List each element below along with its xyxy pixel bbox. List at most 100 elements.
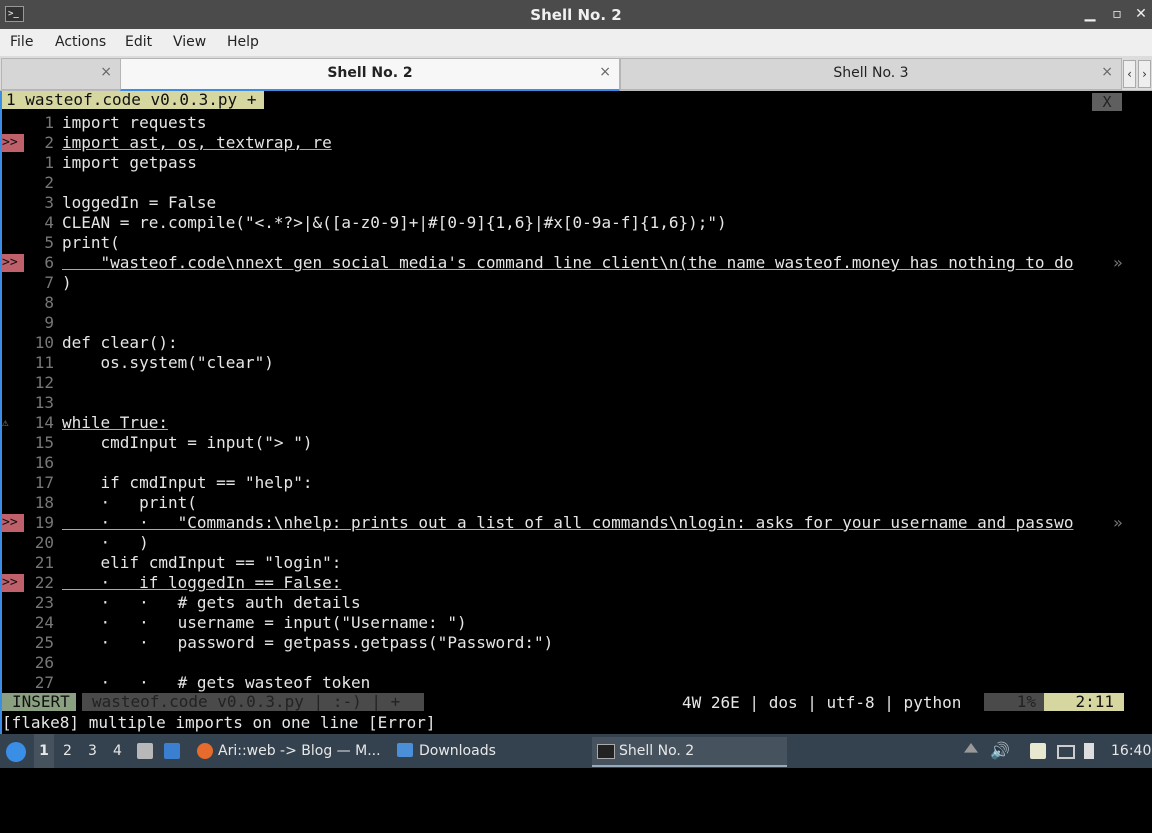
vim-percent: 1% (984, 693, 1044, 711)
code-line[interactable]: 8 (2, 293, 1127, 313)
menu-file[interactable]: File (10, 34, 33, 50)
code-line[interactable]: 1 import requests (2, 113, 1127, 133)
code-line[interactable]: 2 (2, 173, 1127, 193)
workspace-4[interactable]: 4 (113, 734, 122, 768)
code-line[interactable]: 9 (2, 313, 1127, 333)
code-text: print( (62, 233, 120, 252)
code-line[interactable]: 18 · print( (2, 493, 1127, 513)
code-text: while True: (62, 413, 168, 432)
taskbar: 1 2 3 4 Ari::web -> Blog — M... Download… (0, 734, 1152, 768)
line-number: 5 (44, 233, 54, 252)
code-line[interactable]: >> 6 "wasteof.code\nnext gen social media… (2, 253, 1127, 273)
code-line[interactable]: 12 (2, 373, 1127, 393)
code-text: import getpass (62, 153, 197, 172)
minimize-icon[interactable]: ▁ (1080, 4, 1100, 24)
eject-icon[interactable] (964, 743, 978, 753)
code-line[interactable]: 23 · · # gets auth details (2, 593, 1127, 613)
tab-close-icon[interactable]: × (1101, 64, 1113, 80)
overflow-indicator: » (1113, 513, 1123, 532)
line-number: 11 (34, 353, 54, 372)
battery-icon[interactable] (1084, 743, 1094, 759)
workspace-1[interactable]: 1 (34, 734, 54, 768)
code-line[interactable]: 21 elif cmdInput == "login": (2, 553, 1127, 573)
line-number: 9 (44, 313, 54, 332)
line-number: 1 (44, 153, 54, 172)
line-number: 2 (44, 133, 54, 152)
network-icon[interactable] (1057, 745, 1075, 759)
code-line[interactable]: 1 import getpass (2, 153, 1127, 173)
code-text: "wasteof.code\nnext gen social media's c… (62, 253, 1074, 272)
code-text: if cmdInput == "help": (62, 473, 313, 492)
code-text: ) (62, 273, 72, 292)
code-line[interactable]: 26 (2, 653, 1127, 673)
tab-label: Shell No. 2 (327, 65, 413, 81)
code-line[interactable]: 10 def clear(): (2, 333, 1127, 353)
task-label: Shell No. 2 (619, 743, 695, 759)
tab-close-icon[interactable]: × (100, 64, 112, 80)
code-line[interactable]: 27 · · # gets wasteof token (2, 673, 1127, 693)
vim-file-info: 4W 26E | dos | utf-8 | python (682, 693, 962, 712)
terminal-view[interactable]: 1 wasteof.code v0.0.3.py + X 1 import req… (0, 91, 1152, 734)
code-line[interactable]: >> 2 import ast, os, textwrap, re (2, 133, 1127, 153)
task-firefox[interactable]: Ari::web -> Blog — M... (193, 737, 381, 765)
line-number: 20 (34, 533, 54, 552)
menu-view[interactable]: View (173, 34, 206, 50)
task-downloads[interactable]: Downloads (393, 737, 583, 765)
task-label: Ari::web -> Blog — M... (218, 743, 381, 759)
tab-shell-2[interactable]: Shell No. 2 × (120, 58, 620, 91)
clock[interactable]: 16:40 (1111, 734, 1151, 768)
code-line[interactable]: 5 print( (2, 233, 1127, 253)
code-line[interactable]: 25 · · password = getpass.getpass("Passw… (2, 633, 1127, 653)
code-line[interactable]: 20 · ) (2, 533, 1127, 553)
code-text: os.system("clear") (62, 353, 274, 372)
vim-filename: wasteof.code v0.0.3.py | :-) | + (82, 693, 424, 711)
code-line[interactable]: 24 · · username = input("Username: ") (2, 613, 1127, 633)
start-menu-icon[interactable] (6, 742, 26, 762)
code-line[interactable]: ⚠ 14 while True: (2, 413, 1127, 433)
show-desktop-icon[interactable] (164, 743, 180, 759)
code-line[interactable]: 16 (2, 453, 1127, 473)
workspace-3[interactable]: 3 (88, 734, 97, 768)
code-text: · · "Commands:\nhelp: prints out a list … (62, 513, 1074, 532)
tab-prev-button[interactable]: ‹ (1123, 60, 1136, 88)
close-icon[interactable]: ✕ (1131, 4, 1151, 24)
folder-icon (397, 743, 413, 757)
menu-actions[interactable]: Actions (55, 34, 106, 50)
code-line[interactable]: 7) (2, 273, 1127, 293)
line-number: 6 (44, 253, 54, 272)
code-text: · print( (62, 493, 197, 512)
tab-next-button[interactable]: › (1138, 60, 1151, 88)
line-number: 22 (34, 573, 54, 592)
file-manager-icon[interactable] (137, 743, 153, 759)
code-line[interactable]: >> 22 · if loggedIn == False: (2, 573, 1127, 593)
vim-buffer-tab[interactable]: 1 wasteof.code v0.0.3.py + (2, 91, 265, 109)
code-line[interactable]: 4 CLEAN = re.compile("<.*?>|&([a-z0-9]+|#… (2, 213, 1127, 233)
code-line[interactable]: 17 if cmdInput == "help": (2, 473, 1127, 493)
maximize-icon[interactable]: ▫ (1107, 4, 1127, 24)
line-number: 4 (44, 213, 54, 232)
line-number: 14 (34, 413, 54, 432)
clipboard-icon[interactable] (1030, 743, 1046, 759)
code-line[interactable]: 15 cmdInput = input("> ") (2, 433, 1127, 453)
vim-close-tab-button[interactable]: X (1092, 93, 1122, 111)
tab-1[interactable]: × (1, 58, 121, 90)
window-title: Shell No. 2 (530, 6, 622, 24)
tab-shell-3[interactable]: Shell No. 3 × (620, 58, 1122, 90)
line-number: 10 (34, 333, 54, 352)
task-label: Downloads (419, 743, 496, 759)
volume-icon[interactable]: 🔊 (990, 734, 1010, 768)
code-line[interactable]: 11 os.system("clear") (2, 353, 1127, 373)
code-line[interactable]: 3 loggedIn = False (2, 193, 1127, 213)
code-line[interactable]: 13 (2, 393, 1127, 413)
task-shell-2[interactable]: Shell No. 2 (592, 737, 787, 767)
code-text: import ast, os, textwrap, re (62, 133, 332, 152)
terminal-icon (597, 744, 615, 759)
line-number: 24 (34, 613, 54, 632)
menu-edit[interactable]: Edit (125, 34, 152, 50)
menu-help[interactable]: Help (227, 34, 259, 50)
workspace-2[interactable]: 2 (63, 734, 72, 768)
code-line[interactable]: >> 19 · · "Commands:\nhelp: prints out a … (2, 513, 1127, 533)
line-number: 25 (34, 633, 54, 652)
line-number: 1 (44, 113, 54, 132)
tab-close-icon[interactable]: × (599, 64, 611, 80)
